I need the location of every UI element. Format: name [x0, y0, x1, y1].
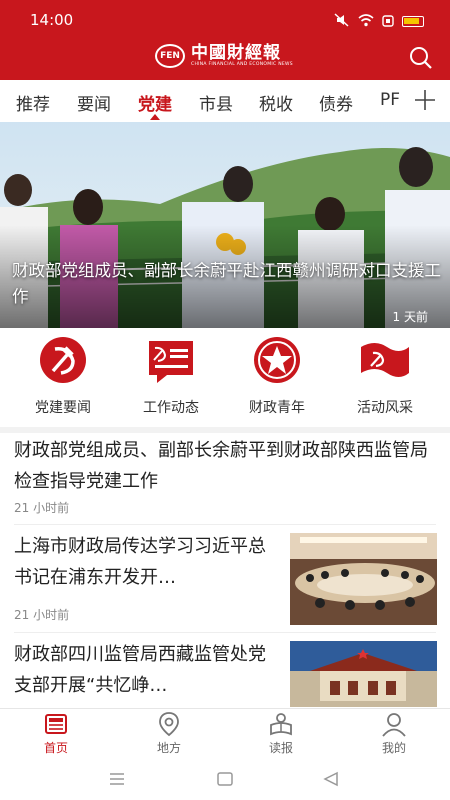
search-icon: [410, 47, 432, 69]
star-circle-icon: [254, 337, 300, 383]
home-icon[interactable]: [216, 771, 234, 787]
status-time: 14:00: [30, 11, 74, 29]
news-title[interactable]: 财政部四川监管局西藏监管处党支部开展“共忆峥…: [14, 639, 276, 701]
news-time: 21 小时前: [14, 608, 70, 622]
plus-icon: [415, 90, 435, 110]
category-label: 党建要闻: [35, 400, 91, 416]
news-thumbnail: [290, 533, 437, 625]
news-title[interactable]: 财政部党组成员、副部长余蔚平到财政部陕西监管局检查指导党建工作: [14, 435, 436, 497]
category-grid: 党建要闻 工作动态 财政青年 活动风采: [0, 335, 450, 425]
nav-reader[interactable]: 读报: [236, 711, 326, 756]
category-label: 工作动态: [143, 400, 199, 416]
battery-icon: [402, 16, 424, 27]
menu-icon[interactable]: [108, 771, 126, 787]
nav-local[interactable]: 地方: [124, 711, 214, 756]
tab-tax[interactable]: 税收: [259, 90, 293, 115]
tab-party-building[interactable]: 党建: [138, 90, 172, 115]
add-channel-button[interactable]: [414, 89, 436, 111]
news-icon: [45, 714, 67, 734]
tab-pf[interactable]: PF: [380, 90, 400, 110]
nav-profile[interactable]: 我的: [349, 711, 439, 756]
news-thumbnail: [290, 641, 437, 707]
nav-label: 读报: [268, 741, 293, 755]
category-activities[interactable]: 活动风采: [340, 335, 430, 417]
app-logo: FEN 中國財經報 CHINA FINANCIAL AND ECONOMIC N…: [155, 44, 293, 68]
nav-label: 我的: [381, 741, 406, 755]
status-bar: 14:00: [0, 0, 450, 40]
hero-time: 1 天前: [392, 310, 428, 324]
logo-mark: FEN: [155, 44, 185, 68]
nav-home[interactable]: 首页: [11, 711, 101, 756]
search-button[interactable]: [408, 45, 434, 71]
logo-subtitle: CHINA FINANCIAL AND ECONOMIC NEWS: [191, 62, 293, 67]
channel-tabs: 推荐 要闻 党建 市县 税收 债券 PF: [0, 80, 450, 122]
hammer-sickle-document-icon: [149, 341, 193, 383]
party-flag-icon: [361, 343, 409, 377]
tab-cities[interactable]: 市县: [199, 90, 233, 115]
category-label: 活动风采: [357, 400, 413, 416]
nav-label: 首页: [43, 741, 68, 755]
tab-headlines[interactable]: 要闻: [77, 90, 111, 115]
app-header: 14:00 FEN 中國財經報 CHINA FINANCIAL AND ECON…: [0, 0, 450, 80]
tab-recommend[interactable]: 推荐: [16, 90, 50, 115]
bottom-navigation: 首页 地方 读报 我的: [0, 708, 450, 762]
section-divider: [0, 427, 450, 433]
list-divider: [14, 632, 436, 633]
news-title[interactable]: 上海市财政局传达学习习近平总书记在浦东开发开…: [14, 531, 276, 593]
list-divider: [14, 524, 436, 525]
wifi-icon: [358, 12, 374, 31]
category-finance-youth[interactable]: 财政青年: [232, 335, 322, 417]
category-work-updates[interactable]: 工作动态: [126, 335, 216, 417]
hero-banner[interactable]: 财政部党组成员、副部长余蔚平赴江西赣州调研对口支援工作 1 天前: [0, 122, 450, 328]
location-icon: [159, 712, 179, 737]
back-icon[interactable]: [322, 771, 340, 787]
logo-name: 中國財經報: [191, 43, 281, 63]
category-party-news[interactable]: 党建要闻: [18, 335, 108, 417]
tab-bonds[interactable]: 债券: [319, 90, 353, 115]
sim-icon: [382, 12, 394, 31]
category-label: 财政青年: [249, 400, 305, 416]
hammer-sickle-circle-icon: [40, 337, 86, 383]
mute-icon: [334, 12, 350, 31]
active-tab-indicator: [150, 114, 160, 120]
nav-label: 地方: [156, 741, 181, 755]
user-icon: [382, 713, 406, 737]
status-icons: [334, 12, 424, 31]
news-time: 21 小时前: [14, 501, 70, 515]
reader-icon: [270, 713, 292, 736]
system-navigation-bar: [0, 762, 450, 800]
hero-title[interactable]: 财政部党组成员、副部长余蔚平赴江西赣州调研对口支援工作: [12, 258, 442, 310]
